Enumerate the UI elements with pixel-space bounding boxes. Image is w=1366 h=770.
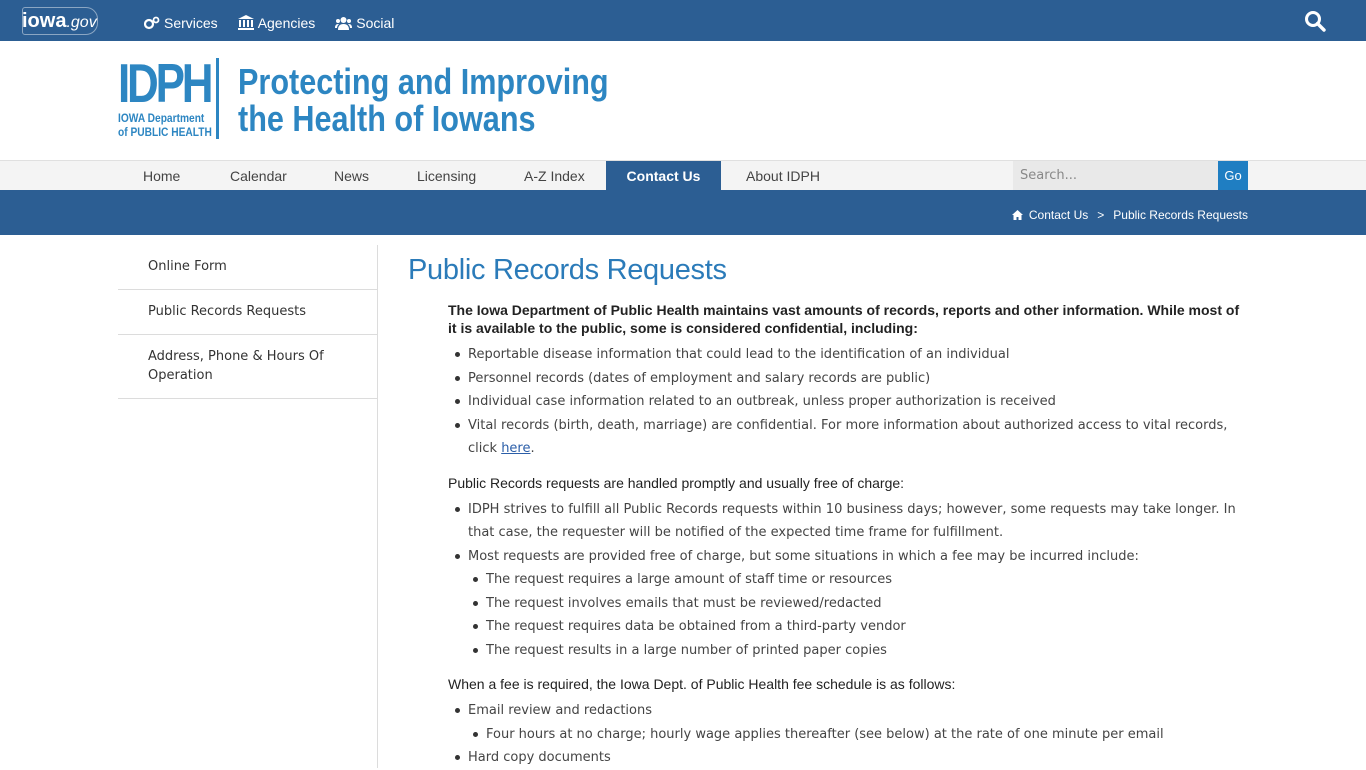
nav-licensing[interactable]: Licensing xyxy=(417,161,476,191)
vital-records-link[interactable]: here xyxy=(501,441,530,456)
home-icon[interactable] xyxy=(1011,210,1023,220)
fee-item-email-sublist: Four hours at no charge; hourly wage app… xyxy=(473,723,1248,747)
list-item: Four hours at no charge; hourly wage app… xyxy=(473,723,1248,747)
list-item: Personnel records (dates of employment a… xyxy=(455,367,1248,391)
iowa-gov-logo[interactable]: iowa.gov xyxy=(22,5,100,37)
list-item: Hard copy documents xyxy=(455,746,1248,770)
topnav-label: Social xyxy=(356,14,395,31)
site-tagline: Protecting and Improving the Health of I… xyxy=(238,63,609,137)
sidebar-item-public-records[interactable]: Public Records Requests xyxy=(118,290,378,335)
section-heading-handled: Public Records requests are handled prom… xyxy=(448,474,905,491)
idph-logo-line2: of PUBLIC HEALTH xyxy=(118,125,212,139)
fee-lead: Most requests are provided free of charg… xyxy=(468,548,1139,564)
topnav-label: Services xyxy=(164,14,218,31)
idph-logo-line1: IOWA Department xyxy=(118,111,205,125)
handled-list: IDPH strives to fulfill all Public Recor… xyxy=(455,498,1248,663)
list-item: Individual case information related to a… xyxy=(455,390,1248,414)
building-icon xyxy=(237,15,254,30)
search-go-button[interactable]: Go xyxy=(1218,161,1248,191)
fee-schedule-list: Email review and redactions Four hours a… xyxy=(455,699,1248,770)
vital-end: . xyxy=(530,441,535,456)
fee-situations-list: The request requires a large amount of s… xyxy=(473,568,1248,663)
list-item: The request results in a large number of… xyxy=(473,639,1248,663)
breadcrumb-current: Public Records Requests xyxy=(1113,208,1248,222)
topnav-label: Agencies xyxy=(257,14,316,31)
nav-home[interactable]: Home xyxy=(143,161,180,191)
nav-calendar[interactable]: Calendar xyxy=(230,161,287,191)
intro-paragraph: The Iowa Department of Public Health mai… xyxy=(448,302,1240,336)
list-item: The request requires data be obtained fr… xyxy=(473,615,1248,639)
site-header: IDPH IOWA Department of PUBLIC HEALTH Pr… xyxy=(0,41,1366,160)
idph-logo[interactable]: IDPH IOWA Department of PUBLIC HEALTH xyxy=(118,53,220,141)
list-item: The request involves emails that must be… xyxy=(473,592,1248,616)
main-content: Public Records Requests The Iowa Departm… xyxy=(408,250,1248,770)
list-item-vital-records: Vital records (birth, death, marriage) a… xyxy=(455,414,1248,461)
nav-about-idph[interactable]: About IDPH xyxy=(746,161,820,191)
breadcrumb-contact-us[interactable]: Contact Us xyxy=(1029,208,1088,222)
sidebar-item-address-phone-hours[interactable]: Address, Phone & Hours Of Operation xyxy=(118,335,378,399)
iowa-state-outline-icon xyxy=(22,7,98,35)
list-item: The request requires a large amount of s… xyxy=(473,568,1248,592)
search-icon[interactable] xyxy=(1304,10,1326,32)
tagline-line1: Protecting and Improving xyxy=(238,61,609,102)
list-item: Reportable disease information that coul… xyxy=(455,343,1248,367)
idph-logo-letters: IDPH xyxy=(118,52,214,114)
list-item: Email review and redactions Four hours a… xyxy=(455,699,1248,747)
list-item-fees: Most requests are provided free of charg… xyxy=(455,545,1248,663)
fee-item-email: Email review and redactions xyxy=(468,703,653,718)
confidential-list: Reportable disease information that coul… xyxy=(455,343,1248,461)
sidebar-divider xyxy=(377,245,378,768)
breadcrumb-separator: > xyxy=(1097,208,1105,222)
topnav-agencies[interactable]: Agencies xyxy=(237,14,316,31)
nav-az-index[interactable]: A-Z Index xyxy=(524,161,585,191)
list-item: IDPH strives to fulfill all Public Recor… xyxy=(455,498,1248,545)
tagline-line2: the Health of Iowans xyxy=(238,98,536,139)
users-icon xyxy=(335,16,353,30)
sidebar-nav: Online Form Public Records Requests Addr… xyxy=(118,245,378,399)
page-title: Public Records Requests xyxy=(408,254,727,286)
topbar-nav: Services Agencies Social xyxy=(144,0,414,41)
vital-text: Vital records (birth, death, marriage) a… xyxy=(468,417,1228,457)
iowa-gov-topbar: iowa.gov Services Agencies Social xyxy=(0,0,1366,41)
logo-divider xyxy=(216,58,219,139)
gears-icon xyxy=(144,16,160,29)
nav-contact-us[interactable]: Contact Us xyxy=(606,161,721,191)
topnav-social[interactable]: Social xyxy=(335,15,394,31)
breadcrumb: Contact Us > Public Records Requests xyxy=(1011,208,1248,222)
section-heading-fee-schedule: When a fee is required, the Iowa Dept. o… xyxy=(448,676,956,692)
search-input[interactable]: Search... xyxy=(1013,161,1218,191)
topnav-services[interactable]: Services xyxy=(144,15,218,31)
breadcrumb-bar: Contact Us > Public Records Requests xyxy=(0,190,1366,235)
nav-news[interactable]: News xyxy=(334,161,369,191)
main-nav: Home Calendar News Licensing A-Z Index C… xyxy=(0,160,1366,191)
sidebar-item-online-form[interactable]: Online Form xyxy=(118,245,378,290)
